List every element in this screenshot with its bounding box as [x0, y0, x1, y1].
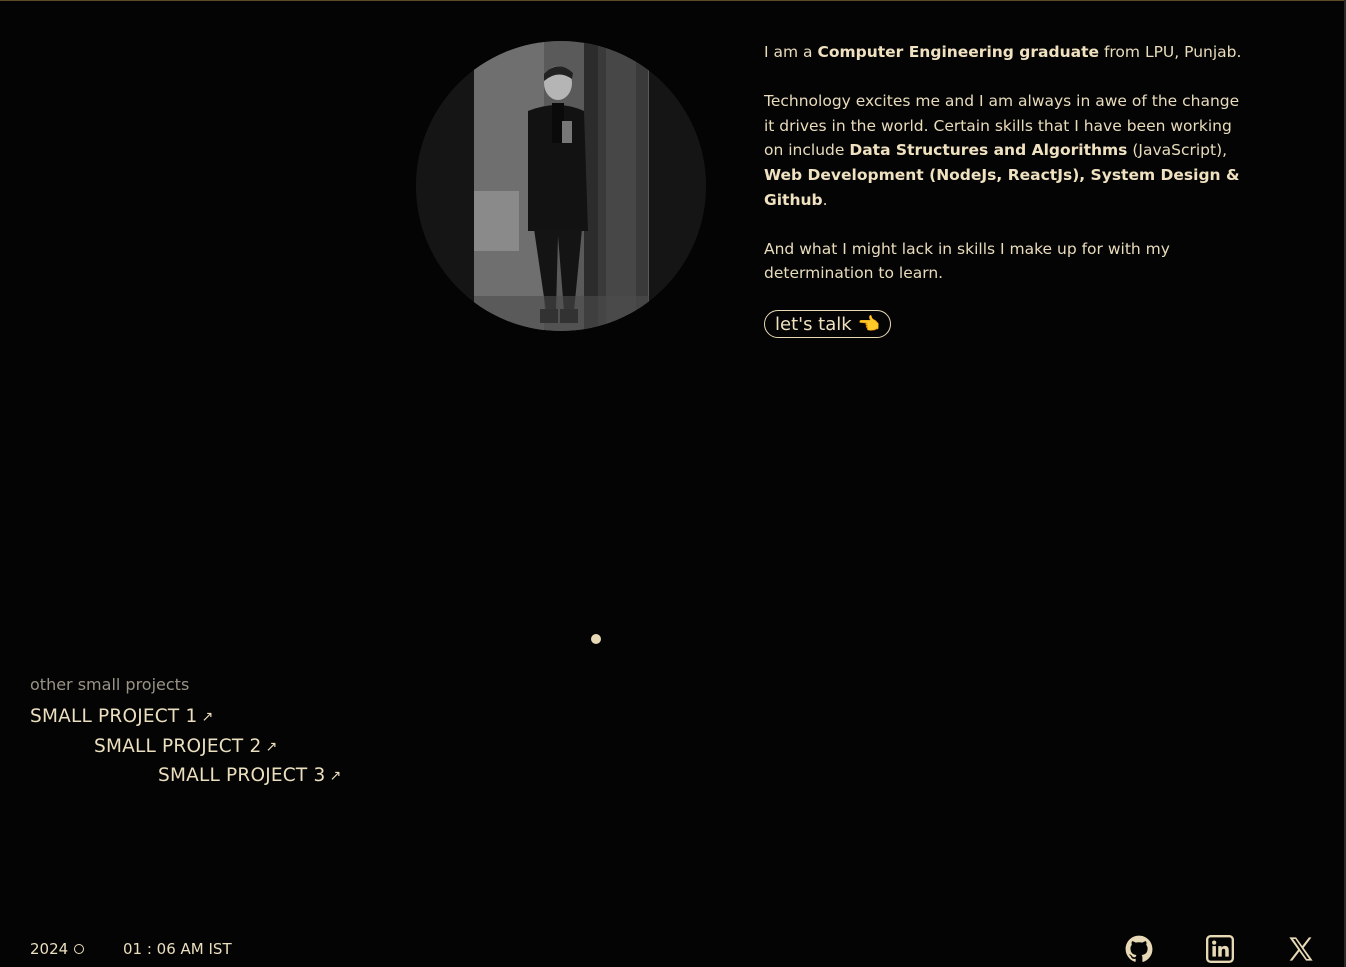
x-twitter-link[interactable] — [1287, 935, 1315, 963]
bio-highlight-degree: Computer Engineering graduate — [817, 43, 1100, 61]
external-arrow-icon: ↗ — [329, 767, 342, 784]
pointing-hand-icon: 👈 — [857, 313, 881, 335]
project-label: SMALL PROJECT 3 — [158, 765, 326, 786]
github-icon — [1125, 935, 1153, 962]
github-link[interactable] — [1125, 935, 1153, 963]
x-icon — [1289, 937, 1313, 961]
project-link-1[interactable]: SMALL PROJECT 1 ↗ — [30, 706, 213, 727]
external-arrow-icon: ↗ — [265, 738, 278, 755]
lets-talk-button[interactable]: let's talk 👈 — [764, 310, 892, 338]
lets-talk-label: let's talk — [775, 313, 852, 335]
year-text: 2024 — [30, 940, 69, 958]
bio-skills: Technology excites me and I am always in… — [764, 92, 1240, 209]
linkedin-icon — [1206, 935, 1234, 963]
bio-section: I am a Computer Engineering graduate fro… — [764, 40, 1244, 311]
top-border — [0, 0, 1346, 1]
linkedin-link[interactable] — [1206, 935, 1234, 963]
circle-icon — [74, 944, 85, 954]
projects-heading: other small projects — [30, 675, 190, 694]
cursor-dot — [591, 634, 601, 644]
profile-photo-image — [416, 41, 706, 331]
footer-clock: 01 : 06 AM IST — [123, 940, 232, 958]
footer-year: 2024 — [30, 940, 85, 958]
bio-determination: And what I might lack in skills I make u… — [764, 239, 1170, 283]
project-link-3[interactable]: SMALL PROJECT 3 ↗ — [158, 765, 341, 786]
bio-highlight-dsa: Data Structures and Algorithms — [849, 141, 1128, 160]
bio-intro: I am a Computer Engineering graduate fro… — [764, 43, 1242, 61]
project-link-2[interactable]: SMALL PROJECT 2 ↗ — [94, 736, 277, 757]
profile-photo — [416, 41, 706, 331]
project-label: SMALL PROJECT 2 — [94, 736, 262, 757]
external-arrow-icon: ↗ — [201, 708, 214, 725]
bio-highlight-webdev: Web Development (NodeJs, ReactJs), Syste… — [764, 165, 1240, 209]
project-label: SMALL PROJECT 1 — [30, 706, 198, 727]
